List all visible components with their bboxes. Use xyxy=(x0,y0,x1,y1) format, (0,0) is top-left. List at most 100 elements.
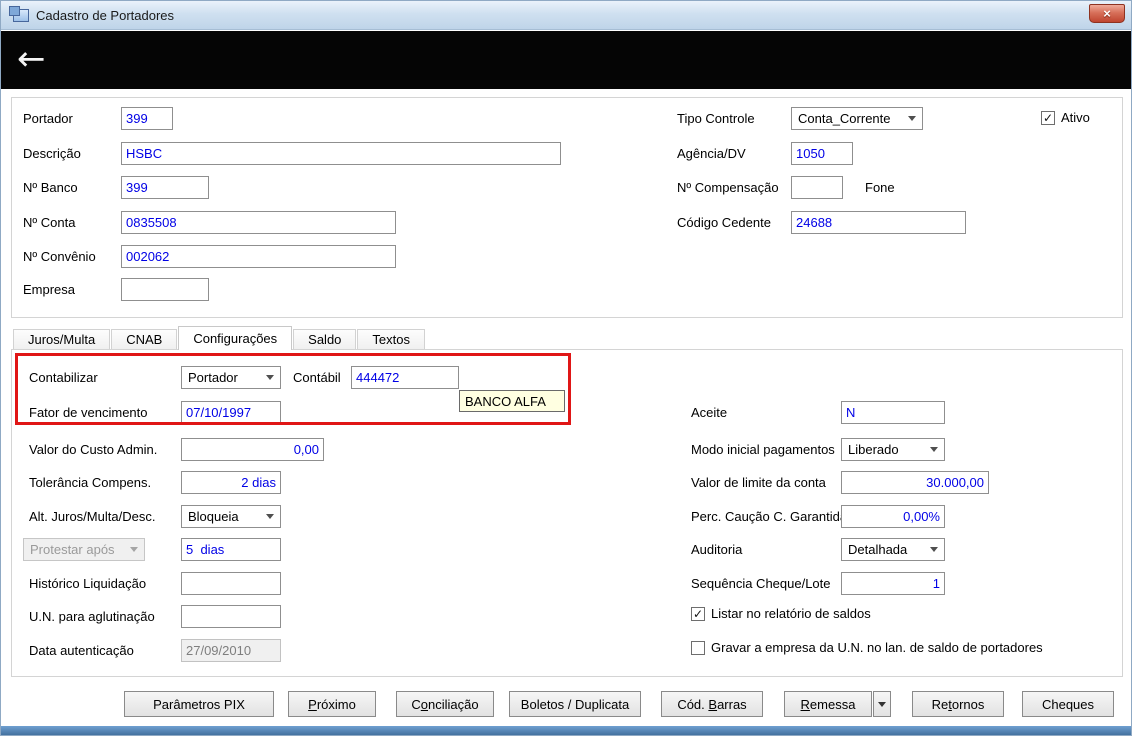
un-aglutinacao-input[interactable] xyxy=(181,605,281,628)
checkbox-checked-icon xyxy=(691,606,705,621)
back-arrow-icon[interactable]: ← xyxy=(17,37,46,81)
codigo-cedente-label: Código Cedente xyxy=(677,215,771,230)
caucao-input[interactable] xyxy=(841,505,945,528)
titlebar: Cadastro de Portadores × xyxy=(1,1,1131,30)
window-title: Cadastro de Portadores xyxy=(36,7,175,23)
cadastro-portadores-window: Cadastro de Portadores × ← Portador Desc… xyxy=(0,0,1132,736)
alt-juros-select[interactable]: Bloqueia xyxy=(181,505,281,528)
tab-textos[interactable]: Textos xyxy=(357,329,425,349)
alt-juros-label: Alt. Juros/Multa/Desc. xyxy=(29,509,156,524)
chevron-down-icon xyxy=(130,547,138,552)
window-bottom-edge xyxy=(1,726,1131,735)
contabilizar-value: Portador xyxy=(188,370,238,385)
contabil-label: Contábil xyxy=(293,370,341,385)
aceite-input[interactable] xyxy=(841,401,945,424)
descricao-input[interactable] xyxy=(121,142,561,165)
protestar-apos-input[interactable] xyxy=(181,538,281,561)
historico-liquidacao-label: Histórico Liquidação xyxy=(29,576,147,591)
historico-liquidacao-input[interactable] xyxy=(181,572,281,595)
chevron-down-icon xyxy=(930,547,938,552)
banco-alfa-tooltip: BANCO ALFA xyxy=(459,390,565,412)
ativo-checkbox[interactable]: Ativo xyxy=(1041,110,1090,125)
conciliacao-button[interactable]: Co nciliação xyxy=(396,691,494,717)
tab-configuracoes[interactable]: Configurações xyxy=(178,326,293,350)
n-conta-label: Nº Conta xyxy=(23,215,76,230)
app-icon xyxy=(9,5,29,22)
chevron-down-icon xyxy=(908,116,916,121)
remessa-dropdown-button[interactable] xyxy=(873,691,891,717)
cod-barras-button[interactable]: Cód. Barras xyxy=(661,691,763,717)
listar-saldos-label: Listar no relatório de saldos xyxy=(711,606,871,621)
protestar-apos-label: Protestar após xyxy=(30,542,115,557)
custo-admin-input[interactable] xyxy=(181,438,324,461)
n-convenio-label: Nº Convênio xyxy=(23,249,96,264)
agencia-dv-label: Agência/DV xyxy=(677,146,746,161)
tab-juros-multa[interactable]: Juros/Multa xyxy=(13,329,111,349)
empresa-label: Empresa xyxy=(23,282,76,297)
n-compensacao-input[interactable] xyxy=(791,176,843,199)
modo-inicial-select[interactable]: Liberado xyxy=(841,438,945,461)
header-bar: ← xyxy=(1,31,1131,89)
custo-admin-label: Valor do Custo Admin. xyxy=(29,442,158,457)
tab-saldo[interactable]: Saldo xyxy=(293,329,357,349)
cheques-button[interactable]: Cheques xyxy=(1022,691,1114,717)
checkbox-checked-icon xyxy=(1041,110,1055,125)
modo-inicial-label: Modo inicial pagamentos xyxy=(691,442,835,457)
data-autenticacao-input xyxy=(181,639,281,662)
gravar-empresa-label: Gravar a empresa da U.N. no lan. de sald… xyxy=(711,640,1043,655)
n-convenio-input[interactable] xyxy=(121,245,396,268)
contabil-input[interactable] xyxy=(351,366,459,389)
auditoria-select[interactable]: Detalhada xyxy=(841,538,945,561)
portador-input[interactable] xyxy=(121,107,173,130)
chevron-down-icon xyxy=(266,514,274,519)
contabilizar-select[interactable]: Portador xyxy=(181,366,281,389)
descricao-label: Descrição xyxy=(23,146,81,161)
auditoria-value: Detalhada xyxy=(848,542,908,557)
ativo-label: Ativo xyxy=(1061,110,1090,125)
n-compensacao-label: Nº Compensação xyxy=(677,180,779,195)
seq-cheque-lote-label: Sequência Cheque/Lote xyxy=(691,576,831,591)
chevron-down-icon xyxy=(266,375,274,380)
limite-conta-input[interactable] xyxy=(841,471,989,494)
contabilizar-label: Contabilizar xyxy=(29,370,98,385)
retornos-button[interactable]: Re t ornos xyxy=(912,691,1004,717)
dropdown-arrow-icon xyxy=(878,701,886,707)
caucao-label: Perc. Caução C. Garantida xyxy=(691,509,848,524)
codigo-cedente-input[interactable] xyxy=(791,211,966,234)
checkbox-unchecked-icon xyxy=(691,640,705,655)
fator-vencimento-input[interactable] xyxy=(181,401,281,424)
remessa-button[interactable]: Remessa xyxy=(784,691,872,717)
gravar-empresa-checkbox[interactable]: Gravar a empresa da U.N. no lan. de sald… xyxy=(691,640,1043,655)
agencia-dv-input[interactable] xyxy=(791,142,853,165)
proximo-button[interactable]: Próximo xyxy=(288,691,376,717)
portador-label: Portador xyxy=(23,111,73,126)
tab-content-panel xyxy=(11,349,1123,677)
listar-saldos-checkbox[interactable]: Listar no relatório de saldos xyxy=(691,606,871,621)
tab-strip: Juros/Multa CNAB Configurações Saldo Tex… xyxy=(13,326,426,350)
aceite-label: Aceite xyxy=(691,405,728,420)
parametros-pix-button[interactable]: Parâmetros PIX xyxy=(124,691,274,717)
tab-cnab[interactable]: CNAB xyxy=(111,329,178,349)
n-banco-label: Nº Banco xyxy=(23,180,78,195)
tipo-controle-label: Tipo Controle xyxy=(677,111,755,126)
auditoria-label: Auditoria xyxy=(691,542,743,557)
data-autenticacao-label: Data autenticação xyxy=(29,643,134,658)
close-button[interactable]: × xyxy=(1089,4,1125,23)
modo-inicial-value: Liberado xyxy=(848,442,899,457)
close-icon: × xyxy=(1103,6,1111,21)
tolerancia-input[interactable] xyxy=(181,471,281,494)
boletos-duplicata-button[interactable]: Boletos / Duplicata xyxy=(509,691,641,717)
empresa-input[interactable] xyxy=(121,278,209,301)
fator-vencimento-label: Fator de vencimento xyxy=(29,405,148,420)
n-banco-input[interactable] xyxy=(121,176,209,199)
tooltip-text: BANCO ALFA xyxy=(465,393,546,409)
tipo-controle-value: Conta_Corrente xyxy=(798,111,891,126)
seq-cheque-lote-input[interactable] xyxy=(841,572,945,595)
n-conta-input[interactable] xyxy=(121,211,396,234)
limite-conta-label: Valor de limite da conta xyxy=(691,475,826,490)
chevron-down-icon xyxy=(930,447,938,452)
tipo-controle-select[interactable]: Conta_Corrente xyxy=(791,107,923,130)
tolerancia-label: Tolerância Compens. xyxy=(29,475,152,490)
fone-label: Fone xyxy=(865,180,895,195)
un-aglutinacao-label: U.N. para aglutinação xyxy=(29,609,155,624)
